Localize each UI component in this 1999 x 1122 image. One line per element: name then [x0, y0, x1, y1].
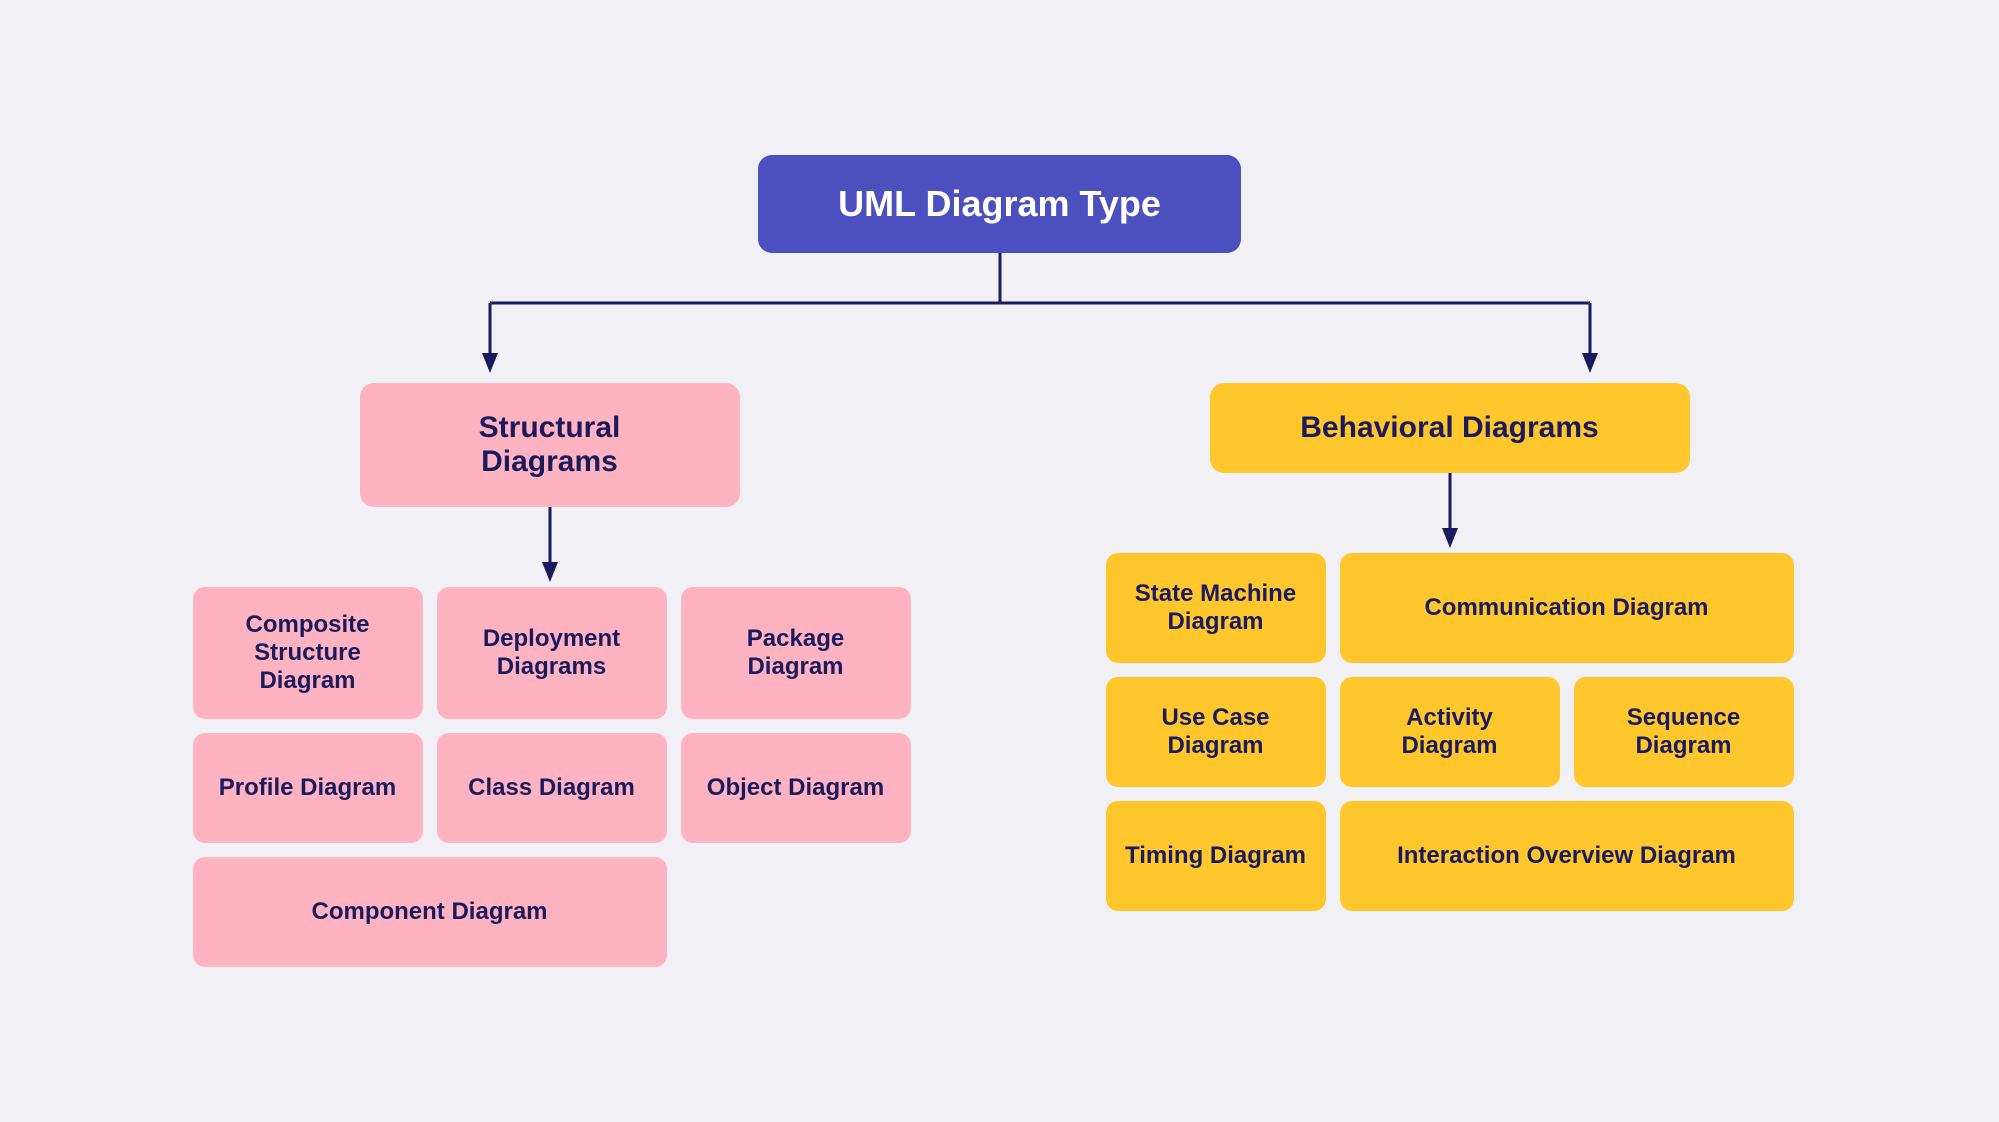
- behavioral-child-7: Interaction Overview Diagram: [1340, 801, 1794, 911]
- structural-arrow-svg: [525, 507, 575, 587]
- behavioral-node: Behavioral Diagrams: [1210, 383, 1690, 473]
- root-connector-svg: [100, 253, 1900, 383]
- structural-child-6: Object Diagram: [681, 733, 911, 843]
- structural-child-1: Composite Structure Diagram: [193, 587, 423, 719]
- root-label: UML Diagram Type: [838, 183, 1161, 224]
- structural-child-4: Profile Diagram: [193, 733, 423, 843]
- structural-child-7: Component Diagram: [193, 857, 667, 967]
- structural-branch: Structural Diagrams Composite Structure …: [100, 383, 1000, 967]
- behavioral-children-grid: State Machine Diagram Communication Diag…: [1106, 553, 1794, 911]
- behavioral-child-4: Activity Diagram: [1340, 677, 1560, 787]
- behavioral-child-6: Timing Diagram: [1106, 801, 1326, 911]
- structural-child-3: Package Diagram: [681, 587, 911, 719]
- root-node: UML Diagram Type: [758, 155, 1241, 253]
- branches-row: Structural Diagrams Composite Structure …: [0, 383, 1999, 967]
- structural-child-2: Deployment Diagrams: [437, 587, 667, 719]
- behavioral-arrow-svg: [1425, 473, 1475, 553]
- structural-node: Structural Diagrams: [360, 383, 740, 507]
- structural-children-grid: Composite Structure Diagram Deployment D…: [193, 587, 907, 967]
- diagram-container: UML Diagram Type Structural Diagrams: [0, 155, 1999, 967]
- behavioral-branch: Behavioral Diagrams State Machine Diagra…: [1000, 383, 1900, 967]
- behavioral-label: Behavioral Diagrams: [1300, 411, 1598, 444]
- behavioral-child-3: Use Case Diagram: [1106, 677, 1326, 787]
- structural-label: Structural Diagrams: [479, 411, 621, 478]
- behavioral-child-1: State Machine Diagram: [1106, 553, 1326, 663]
- behavioral-child-5: Sequence Diagram: [1574, 677, 1794, 787]
- structural-child-5: Class Diagram: [437, 733, 667, 843]
- behavioral-child-2: Communication Diagram: [1340, 553, 1794, 663]
